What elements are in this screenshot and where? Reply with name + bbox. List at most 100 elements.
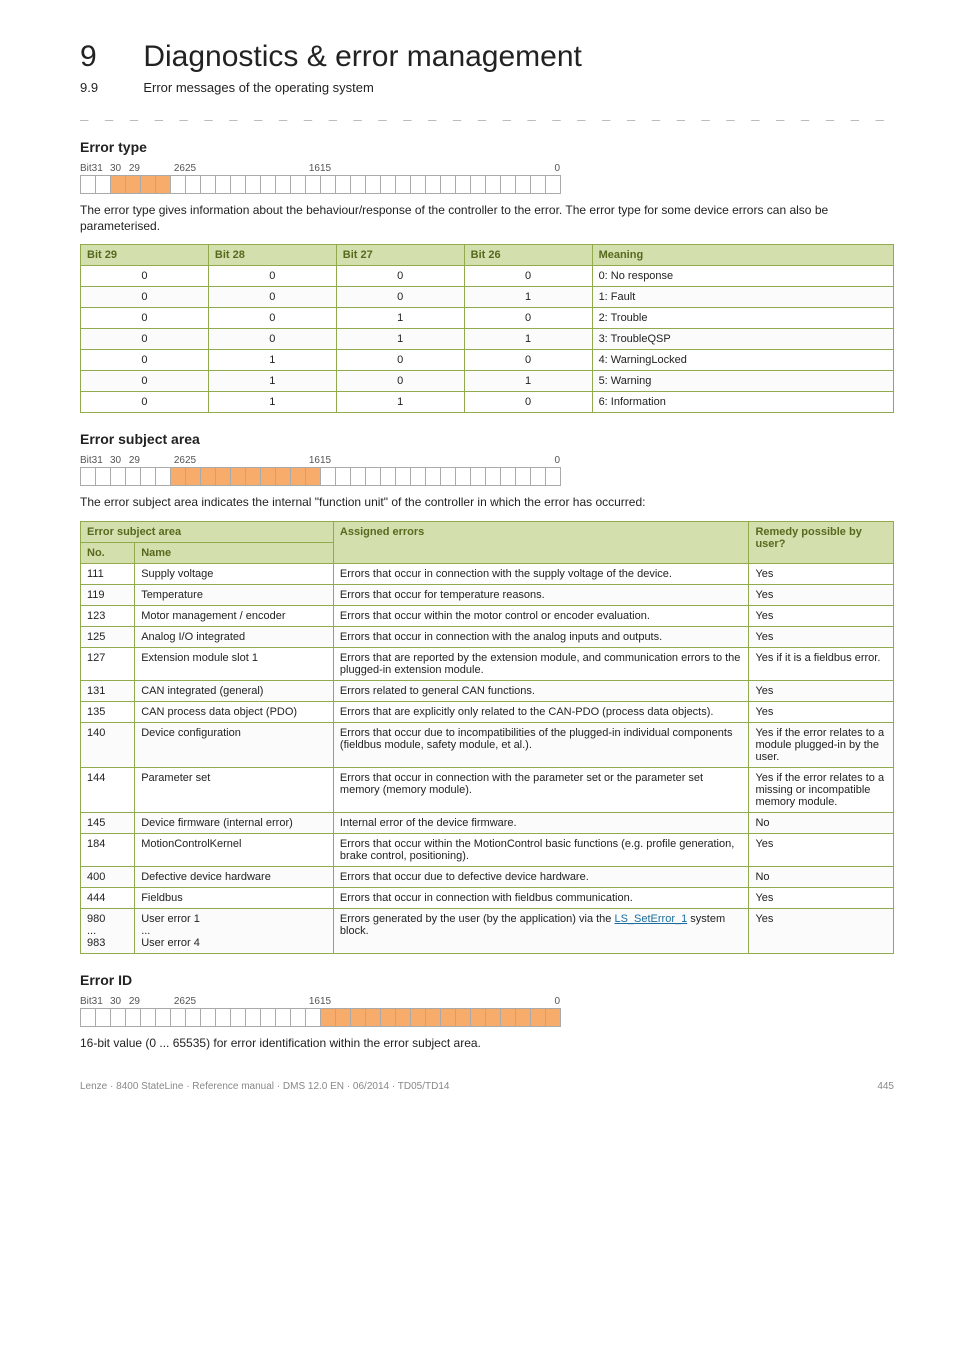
table-cell-assigned: Errors generated by the user (by the app… bbox=[333, 908, 749, 953]
error-subject-text: The error subject area indicates the int… bbox=[80, 494, 894, 510]
bit-cell bbox=[231, 176, 246, 194]
bit-cell bbox=[546, 468, 561, 486]
table-row: 00000: No response bbox=[81, 266, 894, 287]
bit-cell bbox=[501, 468, 516, 486]
table-cell-no: 184 bbox=[81, 833, 135, 866]
section-header: 9.9 Error messages of the operating syst… bbox=[80, 80, 894, 95]
table-cell-remedy: Yes bbox=[749, 605, 894, 626]
table-cell: 1 bbox=[208, 371, 336, 392]
table-row: 131CAN integrated (general)Errors relate… bbox=[81, 680, 894, 701]
table-cell-assigned: Errors that occur in connection with the… bbox=[333, 563, 749, 584]
bit-label-15: 15 bbox=[320, 996, 335, 1007]
table-cell: 0 bbox=[464, 266, 592, 287]
bit-cell bbox=[276, 468, 291, 486]
table-cell-assigned: Errors that occur for temperature reason… bbox=[333, 584, 749, 605]
bit-cell bbox=[531, 1009, 546, 1027]
bit-label-26: 26 bbox=[140, 163, 185, 174]
table-cell-assigned: Errors that occur in connection with the… bbox=[333, 626, 749, 647]
table-cell: 1 bbox=[208, 350, 336, 371]
bit-cell bbox=[471, 176, 486, 194]
table-cell: 1 bbox=[336, 392, 464, 413]
table-cell: 0 bbox=[464, 392, 592, 413]
table-cell-no: 400 bbox=[81, 866, 135, 887]
table-cell-name: Analog I/O integrated bbox=[135, 626, 334, 647]
bit-cell bbox=[156, 1009, 171, 1027]
table-cell-assigned: Errors that are explicitly only related … bbox=[333, 701, 749, 722]
table-cell-assigned: Errors that occur within the motor contr… bbox=[333, 605, 749, 626]
error-id-heading: Error ID bbox=[80, 972, 894, 988]
table-cell-name: Supply voltage bbox=[135, 563, 334, 584]
table-cell: 0 bbox=[81, 392, 209, 413]
table-cell-assigned: Errors that are reported by the extensio… bbox=[333, 647, 749, 680]
table-cell: 0 bbox=[208, 308, 336, 329]
table-cell-assigned: Errors related to general CAN functions. bbox=[333, 680, 749, 701]
separator-line: _ _ _ _ _ _ _ _ _ _ _ _ _ _ _ _ _ _ _ _ … bbox=[80, 105, 894, 121]
bit-cell bbox=[156, 176, 171, 194]
table-row: 980 ... 983User error 1 ... User error 4… bbox=[81, 908, 894, 953]
chapter-header: 9 Diagnostics & error management bbox=[80, 40, 894, 74]
table-cell-remedy: Yes bbox=[749, 908, 894, 953]
table-row: 111Supply voltageErrors that occur in co… bbox=[81, 563, 894, 584]
table-row: 119TemperatureErrors that occur for temp… bbox=[81, 584, 894, 605]
bit-cell bbox=[126, 176, 141, 194]
table-cell: 1 bbox=[208, 392, 336, 413]
table-header: Meaning bbox=[592, 245, 893, 266]
table-cell-remedy: Yes bbox=[749, 701, 894, 722]
bit-cell bbox=[396, 468, 411, 486]
footer-pagenum: 445 bbox=[877, 1081, 894, 1092]
table-row: 123Motor management / encoderErrors that… bbox=[81, 605, 894, 626]
col-name: Name bbox=[135, 542, 334, 563]
table-cell-assigned: Errors that occur due to incompatibiliti… bbox=[333, 722, 749, 767]
bit-cell bbox=[516, 1009, 531, 1027]
ls-function-link[interactable]: LS_SetError_1 bbox=[614, 913, 687, 925]
table-cell: 0 bbox=[81, 266, 209, 287]
col-subject-area: Error subject area bbox=[81, 521, 334, 542]
table-cell-name: CAN integrated (general) bbox=[135, 680, 334, 701]
bit-cell bbox=[246, 1009, 261, 1027]
table-row: 400Defective device hardwareErrors that … bbox=[81, 866, 894, 887]
table-row: 00113: TroubleQSP bbox=[81, 329, 894, 350]
table-cell-no: 144 bbox=[81, 767, 135, 812]
bit-label-31: Bit31 bbox=[80, 455, 110, 466]
bit-cell bbox=[141, 1009, 156, 1027]
bit-cell bbox=[201, 468, 216, 486]
bit-cell bbox=[81, 176, 96, 194]
bit-cell bbox=[216, 468, 231, 486]
bit-cell bbox=[411, 468, 426, 486]
bit-cell bbox=[276, 1009, 291, 1027]
table-header: Bit 26 bbox=[464, 245, 592, 266]
bit-cell bbox=[306, 1009, 321, 1027]
col-no: No. bbox=[81, 542, 135, 563]
table-cell-no: 444 bbox=[81, 887, 135, 908]
bit-cell bbox=[111, 468, 126, 486]
table-cell-no: 135 bbox=[81, 701, 135, 722]
table-cell: 0 bbox=[208, 287, 336, 308]
table-header: Bit 27 bbox=[336, 245, 464, 266]
bit-cell bbox=[381, 1009, 396, 1027]
bit-cell bbox=[171, 468, 186, 486]
table-row: 140Device configurationErrors that occur… bbox=[81, 722, 894, 767]
table-cell-remedy: Yes bbox=[749, 563, 894, 584]
bit-label-16: 16 bbox=[200, 996, 320, 1007]
bit-cell bbox=[96, 176, 111, 194]
bit-label-29: 29 bbox=[125, 163, 140, 174]
bit-cell bbox=[486, 1009, 501, 1027]
table-cell: 0 bbox=[81, 371, 209, 392]
bit-cell bbox=[321, 1009, 336, 1027]
bit-cell bbox=[321, 468, 336, 486]
bit-label-30: 30 bbox=[110, 455, 125, 466]
bit-cell bbox=[291, 468, 306, 486]
bit-cell bbox=[366, 1009, 381, 1027]
table-cell-remedy: Yes bbox=[749, 626, 894, 647]
table-cell-assigned: Internal error of the device firmware. bbox=[333, 812, 749, 833]
error-type-table: Bit 29Bit 28Bit 27Bit 26Meaning 00000: N… bbox=[80, 244, 894, 413]
bit-cell bbox=[231, 468, 246, 486]
table-cell: 1 bbox=[336, 329, 464, 350]
table-cell-name: MotionControlKernel bbox=[135, 833, 334, 866]
table-row: 125Analog I/O integratedErrors that occu… bbox=[81, 626, 894, 647]
bit-cell bbox=[291, 1009, 306, 1027]
table-cell: 0 bbox=[81, 287, 209, 308]
bit-cell bbox=[426, 1009, 441, 1027]
section-number: 9.9 bbox=[80, 80, 140, 95]
bit-cell bbox=[441, 176, 456, 194]
